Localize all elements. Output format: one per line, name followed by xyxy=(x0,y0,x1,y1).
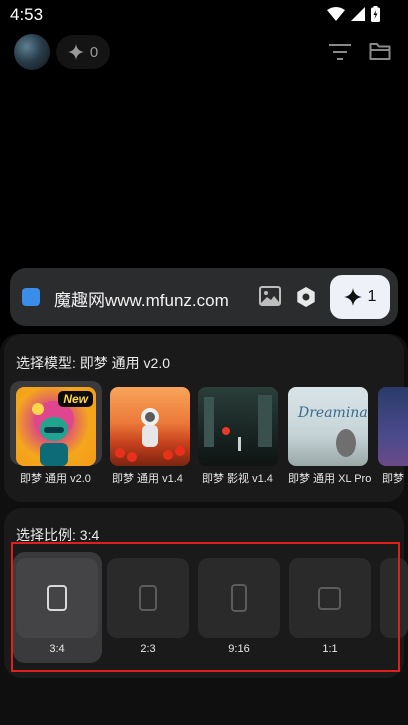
generate-button[interactable]: 1 xyxy=(330,275,390,319)
dreamina-text-illustration: Dreamina Text xyxy=(297,405,368,457)
prompt-input[interactable]: 魔趣网www.mfunz.com xyxy=(54,286,229,311)
svg-text:Dreamina Text: Dreamina Text xyxy=(297,405,368,421)
filter-icon[interactable] xyxy=(329,42,351,62)
status-time: 4:53 xyxy=(10,5,44,24)
model-item-v2[interactable]: New xyxy=(10,381,102,466)
status-icons xyxy=(327,6,380,22)
signal-icon xyxy=(351,7,365,21)
wifi-icon xyxy=(327,7,345,21)
battery-icon xyxy=(371,6,380,22)
model-item-more[interactable] xyxy=(372,381,408,466)
generate-count: 1 xyxy=(367,288,377,305)
top-bar: 0 xyxy=(0,34,408,74)
model-thumbnail: Dreamina Text xyxy=(288,387,368,466)
model-item-xlpro[interactable]: Dreamina Text xyxy=(282,381,372,466)
model-thumbnail xyxy=(378,387,408,466)
credits-count: 0 xyxy=(89,43,99,61)
model-label-xlpro: 即梦 通用 XL Pro xyxy=(288,473,372,485)
model-thumbnail: New xyxy=(16,387,96,466)
image-upload-icon[interactable] xyxy=(259,286,281,306)
annotation-highlight-box xyxy=(11,542,400,672)
settings-icon[interactable] xyxy=(295,286,317,308)
astronaut-illustration xyxy=(115,408,185,462)
model-item-v14[interactable] xyxy=(104,381,194,466)
avatar[interactable] xyxy=(14,34,50,70)
credits-badge[interactable]: 0 xyxy=(56,35,110,69)
sparkle-icon xyxy=(67,44,84,60)
model-item-film[interactable] xyxy=(192,381,282,466)
status-bar: 4:53 xyxy=(0,0,408,30)
folder-icon[interactable] xyxy=(369,41,391,61)
model-thumbnail xyxy=(198,387,278,466)
model-label-v2: 即梦 通用 v2.0 xyxy=(20,473,91,485)
new-badge: New xyxy=(58,391,93,407)
model-label-more: 即梦 xyxy=(382,473,404,485)
prompt-checkbox[interactable] xyxy=(22,288,40,306)
sparkle-icon xyxy=(343,288,362,306)
model-label-film: 即梦 影视 v1.4 xyxy=(202,473,273,485)
model-thumbnail xyxy=(110,387,190,466)
model-section-title: 选择模型: 即梦 通用 v2.0 xyxy=(16,355,171,371)
street-illustration xyxy=(204,395,272,451)
model-label-v14: 即梦 通用 v1.4 xyxy=(112,473,183,485)
prompt-bar: 魔趣网www.mfunz.com 1 xyxy=(10,268,398,326)
